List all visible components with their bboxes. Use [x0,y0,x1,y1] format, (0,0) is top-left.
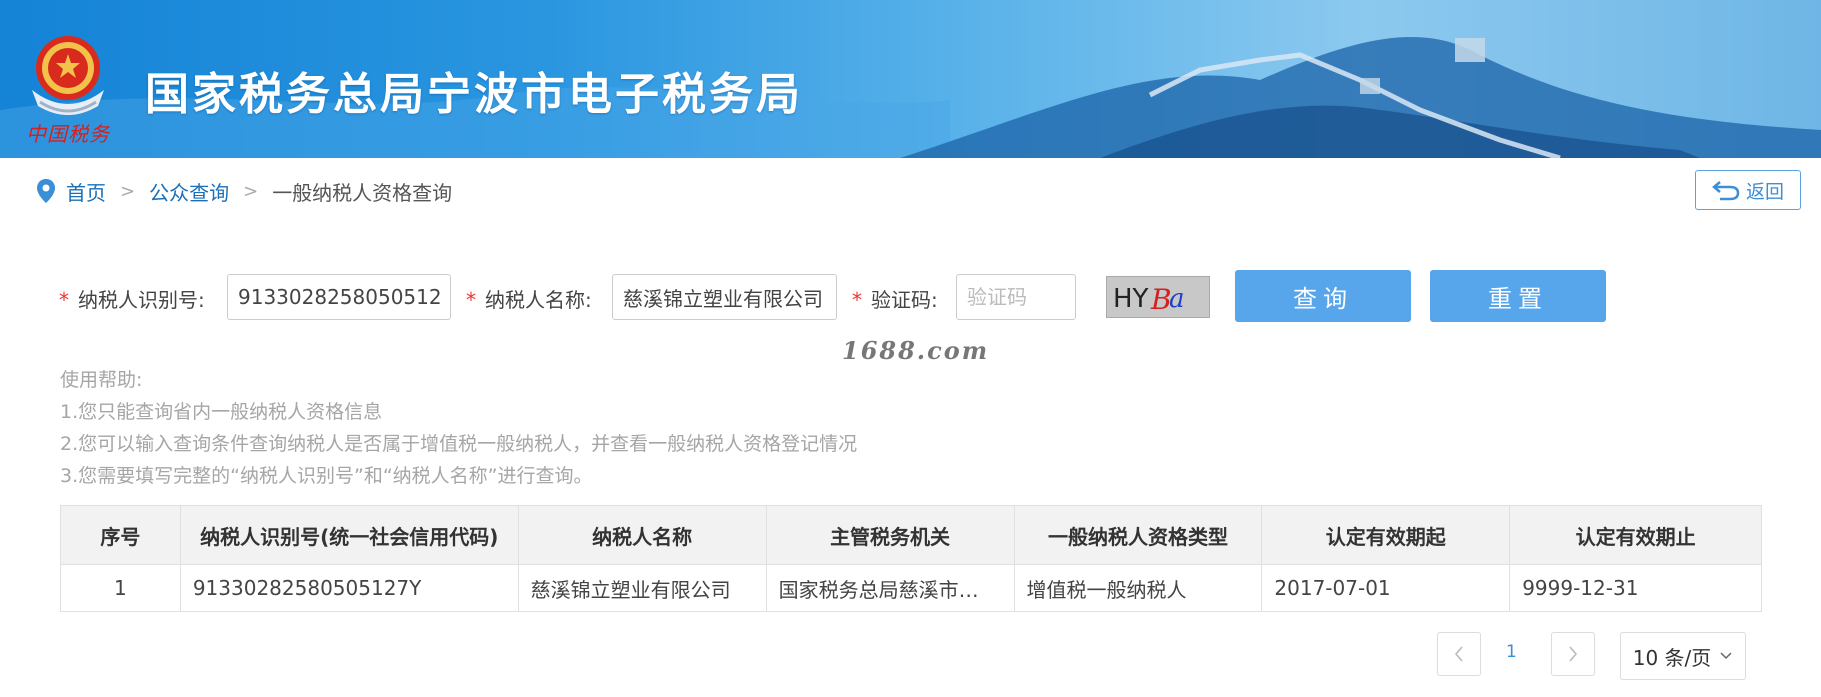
table-header-row: 序号 纳税人识别号(统一社会信用代码) 纳税人名称 主管税务机关 一般纳税人资格… [60,505,1762,565]
table-row: 1 91330282580505127Y 慈溪锦立塑业有限公司 国家税务总局慈溪… [60,564,1762,612]
help-section: 使用帮助: 1.您只能查询省内一般纳税人资格信息 2.您可以输入查询条件查询纳税… [60,364,857,492]
cell-taxpayer-id: 91330282580505127Y [179,564,519,612]
cell-taxpayer-name: 慈溪锦立塑业有限公司 [517,564,767,612]
chevron-down-icon [1720,652,1732,660]
breadcrumb-home-link[interactable]: 首页 [66,177,106,206]
cell-valid-from: 2017-07-01 [1261,564,1511,612]
page-size-select[interactable]: 10 条/页 [1620,632,1746,680]
taxpayer-name-input[interactable] [612,274,837,320]
help-item: 3.您需要填写完整的“纳税人识别号”和“纳税人名称”进行查询。 [60,465,593,487]
cell-qualification-type: 增值税一般纳税人 [1013,564,1263,612]
chevron-right-icon [1569,646,1578,662]
cell-tax-authority: 国家税务总局慈溪市… [765,564,1015,612]
taxpayer-id-label: 纳税人识别号: [78,288,205,312]
help-title: 使用帮助: [60,369,143,391]
required-mark: * [852,288,862,312]
watermark-text: 1688.com [842,336,990,365]
captcha-graphic: HY B a [1113,283,1185,316]
breadcrumb-separator: > [120,180,136,202]
breadcrumb-current: 一般纳税人资格查询 [272,180,453,205]
location-pin-icon [37,179,55,203]
results-table: 序号 纳税人识别号(统一社会信用代码) 纳税人名称 主管税务机关 一般纳税人资格… [60,505,1762,612]
back-button-label: 返回 [1745,180,1784,203]
breadcrumb-public-query-link[interactable]: 公众查询 [149,177,229,206]
column-header-taxpayer-name: 纳税人名称 [517,505,767,565]
breadcrumb: 首页 > 公众查询 > 一般纳税人资格查询 [36,176,452,206]
column-header-qualification-type: 一般纳税人资格类型 [1013,505,1263,565]
back-arrow-icon [1712,181,1740,201]
captcha-label: 验证码: [871,288,938,312]
reset-button[interactable]: 重置 [1430,270,1606,322]
prev-page-button[interactable] [1437,632,1481,676]
current-page-number[interactable]: 1 [1506,642,1517,662]
chevron-left-icon [1454,646,1463,662]
help-item: 2.您可以输入查询条件查询纳税人是否属于增值税一般纳税人，并查看一般纳税人资格登… [60,433,858,455]
back-button[interactable]: 返回 [1695,170,1801,210]
site-title: 国家税务总局宁波市电子税务局 [145,69,803,120]
captcha-input[interactable] [956,274,1076,320]
taxpayer-id-input[interactable] [227,274,451,320]
svg-text:a: a [1169,284,1185,314]
required-mark: * [59,288,69,312]
column-header-tax-authority: 主管税务机关 [765,505,1015,565]
column-header-valid-from: 认定有效期起 [1261,505,1511,565]
column-header-taxpayer-id: 纳税人识别号(统一社会信用代码) [179,505,519,565]
required-mark: * [466,288,476,312]
help-item: 1.您只能查询省内一般纳税人资格信息 [60,401,383,423]
query-button[interactable]: 查询 [1235,270,1411,322]
brand-subtitle: 中国税务 [26,122,110,146]
page-size-label: 10 条/页 [1632,645,1712,670]
taxpayer-name-label: 纳税人名称: [485,288,592,312]
column-header-valid-to: 认定有效期止 [1509,505,1762,565]
header-banner: 中国税务 国家税务总局宁波市电子税务局 [0,0,1821,158]
breadcrumb-separator: > [243,180,259,202]
next-page-button[interactable] [1551,632,1595,676]
svg-text:HY: HY [1113,284,1149,314]
captcha-image[interactable]: HY B a [1106,276,1210,318]
cell-valid-to: 9999-12-31 [1509,564,1762,612]
cell-index: 1 [60,564,181,612]
column-header-index: 序号 [60,505,181,565]
